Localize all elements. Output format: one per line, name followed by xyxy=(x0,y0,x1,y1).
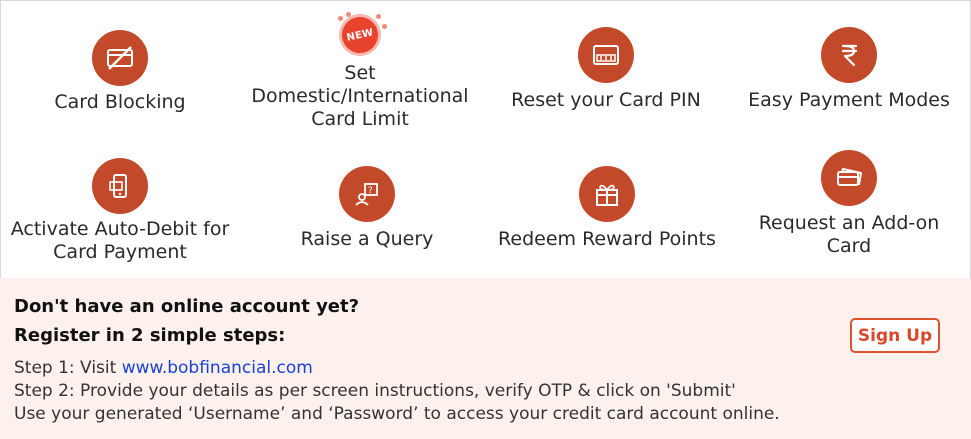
register-question: Don't have an online account yet? xyxy=(14,296,360,317)
add-on-card-icon xyxy=(821,150,877,206)
tile-set-limit[interactable]: NEW Set Domestic/International Card Limi… xyxy=(240,12,480,131)
card-blocked-icon xyxy=(92,30,148,86)
step-1-prefix: Step 1: Visit xyxy=(14,358,122,378)
query-icon: ? xyxy=(339,166,395,222)
register-step-1: Step 1: Visit www.bobfinancial.com xyxy=(14,358,313,378)
bobfinancial-link[interactable]: www.bobfinancial.com xyxy=(122,358,313,378)
register-step-2: Step 2: Provide your details as per scre… xyxy=(14,381,736,401)
tile-label: Card Blocking xyxy=(54,91,186,113)
tile-label-line-1: Set xyxy=(344,62,376,84)
tile-label-line-3: Card Limit xyxy=(311,108,409,130)
sign-up-button[interactable]: Sign Up xyxy=(850,318,940,353)
new-badge-icon: NEW xyxy=(332,12,388,58)
tile-raise-query[interactable]: ? Raise a Query xyxy=(282,166,452,251)
tile-label: Raise a Query xyxy=(300,228,434,250)
tile-redeem-rewards[interactable]: Redeem Reward Points xyxy=(482,166,732,251)
tile-card-blocking[interactable]: Card Blocking xyxy=(40,30,200,114)
tile-label: Easy Payment Modes xyxy=(748,89,950,111)
services-grid: Card Blocking NEW Set Domestic/Internati… xyxy=(0,0,971,278)
tile-label-line-2: Card Payment xyxy=(53,241,187,263)
tile-label: Reset your Card PIN xyxy=(511,89,701,111)
register-subtitle: Register in 2 simple steps: xyxy=(14,325,286,346)
tile-label: Redeem Reward Points xyxy=(498,228,716,250)
tile-add-on-card[interactable]: Request an Add-on Card xyxy=(744,150,954,258)
tile-label-line-1: Request an Add-on xyxy=(758,212,940,234)
tile-auto-debit[interactable]: Activate Auto-Debit for Card Payment xyxy=(0,158,240,264)
rupee-icon xyxy=(821,27,877,83)
pin-card-icon xyxy=(578,27,634,83)
tile-label-line-2: Card xyxy=(826,235,872,257)
tile-easy-payment[interactable]: Easy Payment Modes xyxy=(734,27,964,112)
new-badge-text: NEW xyxy=(345,26,375,44)
tile-label-line-1: Activate Auto-Debit for xyxy=(10,218,230,240)
tile-label-line-2: Domestic/International xyxy=(251,85,469,107)
auto-debit-icon xyxy=(92,158,148,214)
register-panel: Don't have an online account yet? Regist… xyxy=(0,278,971,439)
svg-text:?: ? xyxy=(368,186,373,196)
gift-icon xyxy=(579,166,635,222)
register-note: Use your generated ‘Username’ and ‘Passw… xyxy=(14,404,780,424)
tile-reset-pin[interactable]: Reset your Card PIN xyxy=(496,27,716,112)
